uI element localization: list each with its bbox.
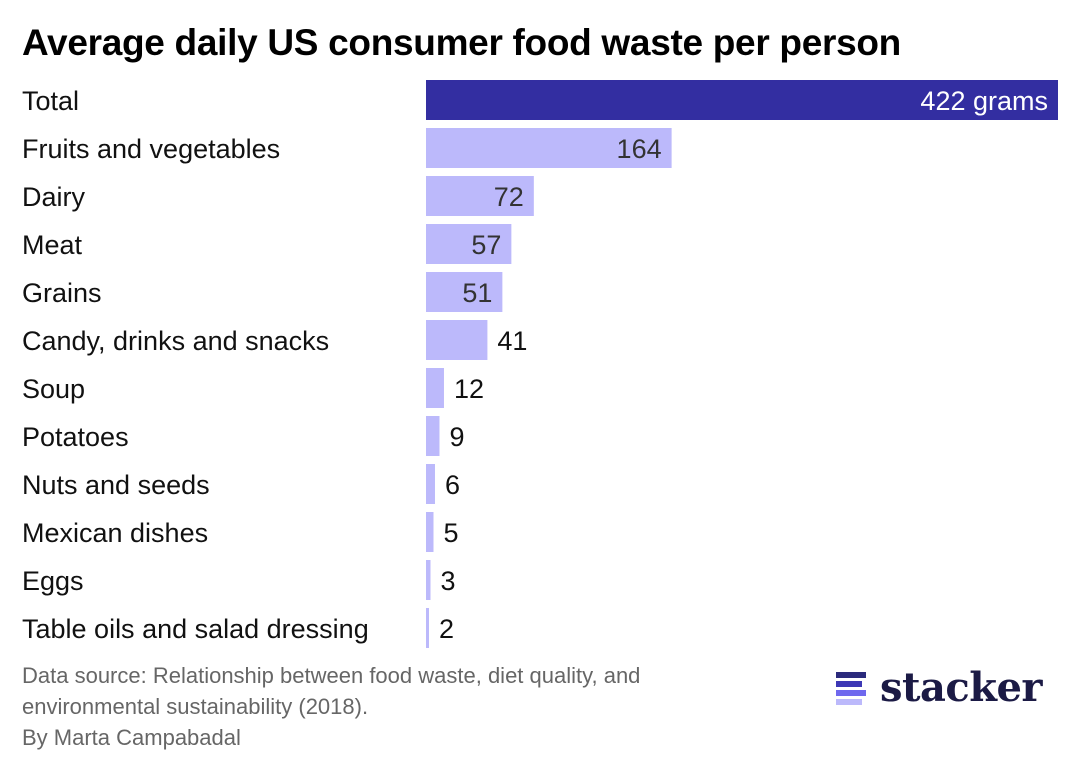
- bar-row-eggs: Eggs 3: [22, 560, 456, 600]
- bar-row-total: Total 422 grams: [22, 80, 1058, 120]
- bar: [426, 416, 440, 456]
- value-label: 72: [494, 182, 524, 212]
- bar-row-mexican-dishes: Mexican dishes 5: [22, 512, 459, 552]
- bar: [426, 512, 434, 552]
- bar-row-potatoes: Potatoes 9: [22, 416, 465, 456]
- bar-row-meat: Meat 57: [22, 224, 512, 264]
- value-label: 9: [449, 422, 464, 452]
- value-label: 164: [617, 134, 662, 164]
- value-label: 5: [443, 518, 458, 548]
- stacker-logo-text: stacker: [880, 664, 1043, 711]
- category-label: Meat: [22, 230, 83, 260]
- bar: [426, 560, 431, 600]
- bar-row-dairy: Dairy 72: [22, 176, 534, 216]
- category-label: Grains: [22, 278, 102, 308]
- data-source-line-1: Data source: Relationship between food w…: [22, 663, 641, 688]
- category-label: Candy, drinks and snacks: [22, 326, 329, 356]
- value-label: 57: [471, 230, 501, 260]
- category-label: Table oils and salad dressing: [22, 614, 369, 644]
- value-label: 12: [454, 374, 484, 404]
- value-label: 2: [439, 614, 454, 644]
- logo-bar-4: [836, 698, 862, 705]
- logo-bar-2: [836, 680, 862, 687]
- category-label: Fruits and vegetables: [22, 134, 280, 164]
- category-label: Dairy: [22, 182, 86, 212]
- category-label: Potatoes: [22, 422, 129, 452]
- category-label: Soup: [22, 374, 85, 404]
- logo-bar-3: [836, 689, 866, 696]
- bar-row-nuts-and-seeds: Nuts and seeds 6: [22, 464, 460, 504]
- bar: [426, 464, 435, 504]
- value-label: 51: [462, 278, 492, 308]
- bar-row-soup: Soup 12: [22, 368, 484, 408]
- bar-row-grains: Grains 51: [22, 272, 503, 312]
- bar: [426, 320, 488, 360]
- chart-footer: Data source: Relationship between food w…: [22, 660, 640, 753]
- byline: By Marta Campabadal: [22, 725, 241, 750]
- bar: [426, 368, 444, 408]
- category-label: Nuts and seeds: [22, 470, 210, 500]
- value-label: 422 grams: [920, 86, 1048, 116]
- value-label: 41: [497, 326, 527, 356]
- category-label: Total: [22, 86, 79, 116]
- stacker-logo: stacker: [836, 664, 1043, 711]
- bar-chart: Total 422 grams Fruits and vegetables 164 Da…: [22, 80, 1058, 648]
- bar-row-candy-drinks-and-snacks: Candy, drinks and snacks 41: [22, 320, 527, 360]
- stacker-logo-icon: [836, 671, 866, 705]
- data-source-line-2: environmental sustainability (2018).: [22, 694, 369, 719]
- value-label: 3: [440, 566, 455, 596]
- bar: [426, 608, 429, 648]
- category-label: Eggs: [22, 566, 84, 596]
- bar-row-table-oils-and-salad-dressing: Table oils and salad dressing 2: [22, 608, 454, 648]
- bar-row-fruits-and-vegetables: Fruits and vegetables 164: [22, 128, 672, 168]
- logo-bar-1: [836, 671, 866, 678]
- value-label: 6: [445, 470, 460, 500]
- category-label: Mexican dishes: [22, 518, 208, 548]
